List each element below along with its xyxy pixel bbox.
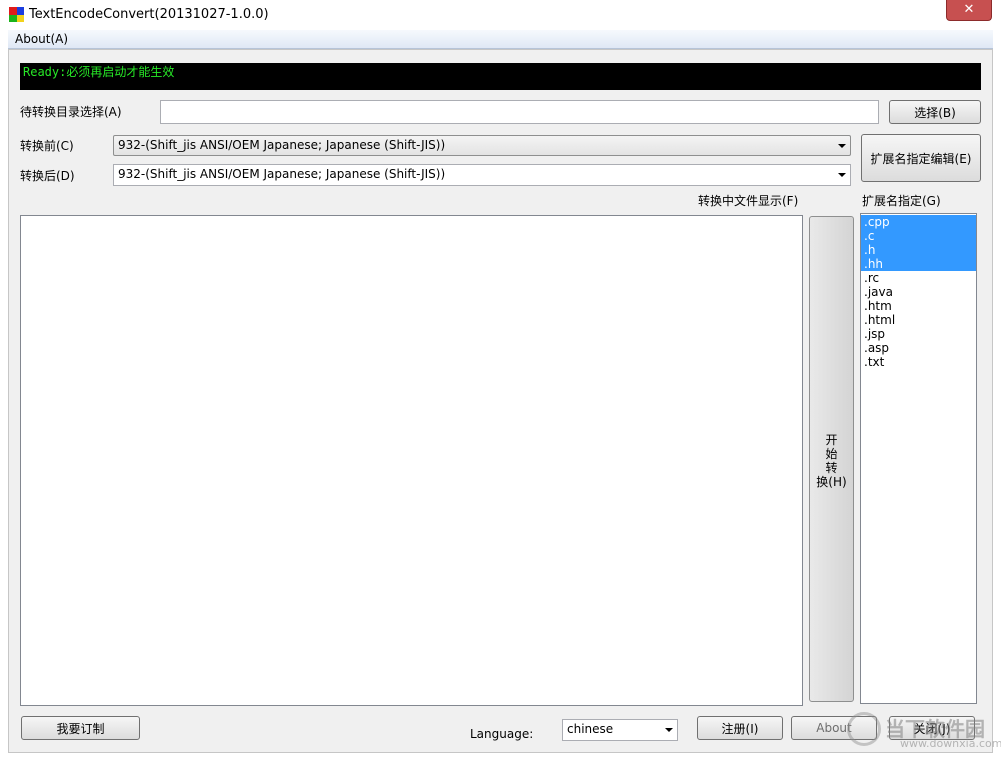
main-panel: Ready:必须再启动才能生效 待转换目录选择(A) 选择(B) 转换前(C) … bbox=[8, 49, 1001, 753]
list-item[interactable]: .asp bbox=[861, 341, 976, 355]
window-close-button[interactable]: ✕ bbox=[946, 0, 992, 21]
source-encoding-select[interactable]: 932-(Shift_jis ANSI/OEM Japanese; Japane… bbox=[113, 135, 851, 156]
window-title: TextEncodeConvert(20131027-1.0.0) bbox=[29, 7, 269, 22]
title-bar: TextEncodeConvert(20131027-1.0.0) ✕ bbox=[0, 0, 1001, 30]
order-button[interactable]: 我要订制 bbox=[21, 716, 140, 740]
chevron-down-icon bbox=[838, 173, 846, 177]
register-button[interactable]: 注册(I) bbox=[697, 716, 783, 740]
list-item[interactable]: .jsp bbox=[861, 327, 976, 341]
target-encoding-select[interactable]: 932-(Shift_jis ANSI/OEM Japanese; Japane… bbox=[113, 164, 851, 186]
language-value: chinese bbox=[567, 722, 614, 736]
source-encoding-value: 932-(Shift_jis ANSI/OEM Japanese; Japane… bbox=[118, 138, 446, 152]
list-item[interactable]: .rc bbox=[861, 271, 976, 285]
menu-bar: About(A) bbox=[8, 30, 993, 49]
target-encoding-label: 转换后(D) bbox=[20, 169, 75, 183]
extensions-list[interactable]: .cpp .c .h .hh .rc .java .htm .html .jsp… bbox=[860, 213, 977, 704]
start-convert-label: 开 始 转 换(H) bbox=[816, 433, 847, 489]
list-item[interactable]: .java bbox=[861, 285, 976, 299]
app-icon bbox=[9, 7, 24, 22]
list-item[interactable]: .hh bbox=[861, 257, 976, 271]
file-display-label: 转换中文件显示(F) bbox=[698, 194, 799, 208]
watermark-logo-icon bbox=[847, 712, 881, 746]
list-item[interactable]: .h bbox=[861, 243, 976, 257]
menu-item-about[interactable]: About(A) bbox=[15, 32, 68, 46]
edit-extensions-button[interactable]: 扩展名指定编辑(E) bbox=[861, 134, 981, 182]
list-item[interactable]: .htm bbox=[861, 299, 976, 313]
language-select[interactable]: chinese bbox=[562, 719, 678, 741]
status-bar: Ready:必须再启动才能生效 bbox=[20, 63, 981, 90]
extensions-label: 扩展名指定(G) bbox=[862, 194, 941, 208]
language-label: Language: bbox=[470, 727, 534, 741]
watermark-subtext: www.downxia.com bbox=[900, 737, 1001, 750]
start-convert-button[interactable]: 开 始 转 换(H) bbox=[809, 216, 854, 702]
chevron-down-icon bbox=[838, 144, 846, 148]
list-item[interactable]: .cpp bbox=[861, 215, 976, 229]
target-encoding-value: 932-(Shift_jis ANSI/OEM Japanese; Japane… bbox=[118, 167, 446, 181]
list-item[interactable]: .c bbox=[861, 229, 976, 243]
list-item[interactable]: .html bbox=[861, 313, 976, 327]
source-encoding-label: 转换前(C) bbox=[20, 139, 74, 153]
directory-input[interactable] bbox=[160, 100, 879, 124]
file-display-area[interactable] bbox=[20, 215, 803, 706]
list-item[interactable]: .txt bbox=[861, 355, 976, 369]
directory-label: 待转换目录选择(A) bbox=[20, 105, 122, 119]
browse-button[interactable]: 选择(B) bbox=[889, 100, 981, 124]
chevron-down-icon bbox=[665, 728, 673, 732]
